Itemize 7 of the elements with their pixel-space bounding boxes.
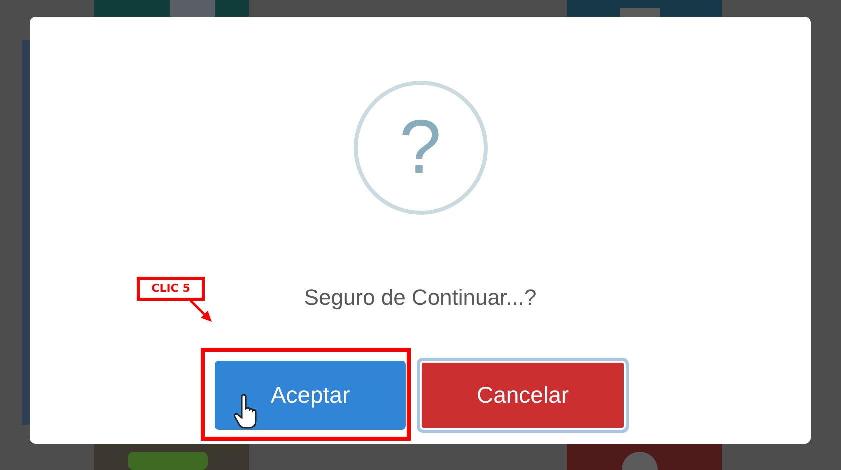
cancel-button[interactable]: Cancelar	[420, 361, 626, 430]
accept-button[interactable]: Aceptar	[215, 361, 406, 430]
dialog-message: Seguro de Continuar...?	[304, 284, 537, 312]
hand-cursor-icon	[234, 394, 260, 430]
callout-label: CLIC 5	[137, 277, 205, 301]
question-icon: ?	[354, 81, 488, 215]
callout-arrow	[190, 300, 212, 322]
